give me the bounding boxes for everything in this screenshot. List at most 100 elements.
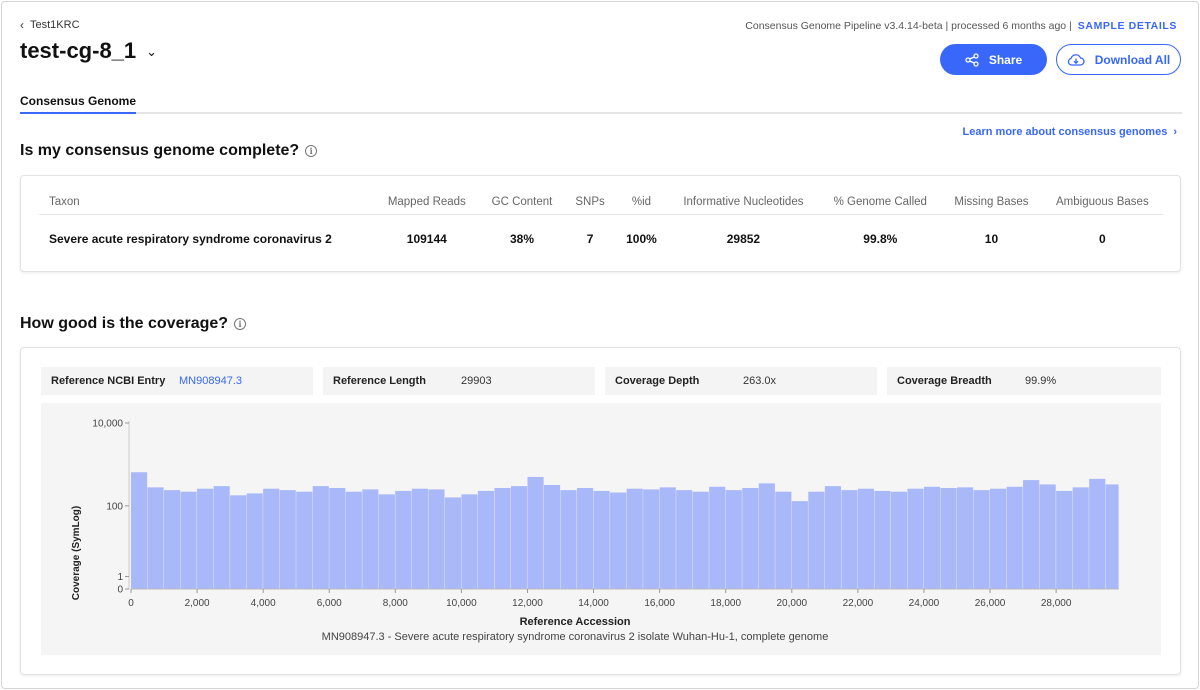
cell-percent-id: 100% (626, 232, 657, 246)
coverage-title: How good is the coverage? (20, 315, 229, 332)
x-tick-label: 14,000 (578, 598, 609, 609)
cell-gc-content: 38% (509, 232, 535, 246)
coverage-heading: How good is the coverage? i (20, 315, 247, 333)
stat-reference-length: Reference Length 29903 (323, 367, 595, 395)
coverage-bar (742, 488, 759, 589)
x-axis-label: Reference Accession (520, 616, 631, 628)
download-all-button[interactable]: Download All (1056, 44, 1181, 75)
coverage-bar (758, 483, 775, 589)
coverage-bar (874, 490, 891, 589)
reference-accession-link[interactable]: MN908947.3 (179, 375, 242, 387)
coverage-bar (577, 488, 594, 589)
share-button[interactable]: Share (940, 44, 1047, 75)
x-tick-label: 2,000 (185, 598, 210, 609)
coverage-bar (643, 489, 660, 589)
col-percent-id: %id (615, 190, 668, 215)
coverage-chart-svg: 0 1 100 10,000 0 2,000 4,000 6,000 8,000 10,000 1… (71, 419, 1119, 643)
cell-missing-bases: 10 (984, 232, 999, 246)
x-tick-label: 28,000 (1041, 598, 1072, 609)
coverage-bar (990, 488, 1007, 589)
stat-value: 263.0x (743, 375, 777, 387)
coverage-bar (808, 491, 825, 589)
coverage-bar (791, 501, 808, 589)
coverage-bar (494, 488, 511, 589)
chart-subtitle: MN908947.3 - Severe acute respiratory sy… (322, 631, 829, 643)
y-axis: 0 1 100 10,000 (92, 419, 130, 596)
tab-consensus-genome[interactable]: Consensus Genome (20, 94, 137, 114)
cell-ambiguous-bases: 0 (1099, 232, 1106, 246)
coverage-bar (775, 491, 792, 589)
download-all-label: Download All (1094, 52, 1171, 67)
x-tick-label: 18,000 (710, 598, 741, 609)
coverage-bar (957, 487, 974, 589)
y-axis-label: Coverage (SymLog) (71, 506, 82, 600)
sample-title[interactable]: test-cg-8_1 ⌄ (20, 38, 157, 64)
coverage-bars (131, 472, 1119, 589)
cell-snps: 7 (586, 232, 594, 246)
table-row: Severe acute respiratory syndrome corona… (39, 215, 1163, 257)
coverage-bar (510, 486, 528, 589)
coverage-bar (692, 491, 709, 589)
coverage-bar (676, 490, 693, 589)
x-tick-label: 20,000 (777, 598, 808, 609)
x-tick-label: 24,000 (909, 598, 940, 609)
coverage-bar (180, 491, 197, 589)
stat-label: Reference NCBI Entry (51, 375, 166, 387)
coverage-bar (246, 493, 263, 589)
x-tick-label: 16,000 (644, 598, 675, 609)
coverage-bar (973, 490, 990, 589)
y-tick-label: 10,000 (92, 419, 123, 430)
x-tick-label: 10,000 (446, 598, 477, 609)
cell-mapped-reads: 109144 (406, 232, 447, 246)
col-taxon: Taxon (39, 190, 375, 215)
cloud-download-icon (1067, 53, 1085, 66)
chevron-right-icon: › (1173, 126, 1177, 138)
sample-details-link[interactable]: SAMPLE DETAILS (1078, 20, 1177, 32)
coverage-bar (312, 486, 329, 589)
coverage-bar (428, 489, 445, 589)
coverage-bar (395, 490, 412, 589)
coverage-bar (527, 476, 544, 589)
coverage-bar (1072, 487, 1089, 589)
coverage-bar (890, 491, 908, 589)
coverage-bar (544, 484, 561, 589)
info-icon[interactable]: i (234, 318, 247, 330)
coverage-bar (626, 488, 643, 589)
coverage-bar (444, 497, 462, 589)
coverage-bar (378, 494, 395, 589)
tab-bar (20, 112, 1182, 114)
app-frame: ‹ Test1KRC test-cg-8_1 ⌄ Consensus Genom… (1, 1, 1199, 689)
x-tick-label: 26,000 (975, 598, 1006, 609)
coverage-bar (164, 490, 181, 589)
coverage-bar (841, 490, 858, 589)
completeness-heading: Is my consensus genome complete? i (20, 142, 318, 160)
coverage-bar (709, 486, 726, 589)
coverage-bar (857, 488, 875, 589)
x-tick-label: 12,000 (512, 598, 543, 609)
back-link[interactable]: ‹ Test1KRC (20, 19, 80, 31)
learn-more-link[interactable]: Learn more about consensus genomes › (963, 126, 1177, 138)
x-tick-label: 4,000 (251, 598, 276, 609)
coverage-bar (362, 489, 379, 589)
coverage-bar (560, 490, 577, 589)
coverage-bar (329, 488, 346, 589)
col-missing-bases: Missing Bases (941, 190, 1042, 215)
coverage-bar (147, 487, 164, 589)
col-mapped-reads: Mapped Reads (374, 190, 480, 215)
learn-more-label: Learn more about consensus genomes (962, 126, 1168, 138)
y-tick-label: 1 (117, 572, 123, 583)
back-label: Test1KRC (30, 19, 80, 31)
x-tick-label: 0 (128, 598, 134, 609)
coverage-bar (824, 486, 841, 589)
stat-coverage-breadth: Coverage Breadth 99.9% (887, 367, 1161, 395)
info-icon[interactable]: i (305, 145, 318, 157)
stat-label: Coverage Depth (615, 375, 700, 387)
coverage-bar (213, 486, 230, 589)
x-axis: 0 2,000 4,000 6,000 8,000 10,000 12,000 14,000 1… (128, 588, 1119, 609)
coverage-bar (411, 488, 428, 589)
coverage-bar (725, 490, 742, 589)
col-gc-content: GC Content (479, 190, 565, 215)
col-genome-called: % Genome Called (819, 190, 942, 215)
coverage-bar (940, 488, 957, 589)
y-tick-label: 0 (117, 585, 123, 596)
